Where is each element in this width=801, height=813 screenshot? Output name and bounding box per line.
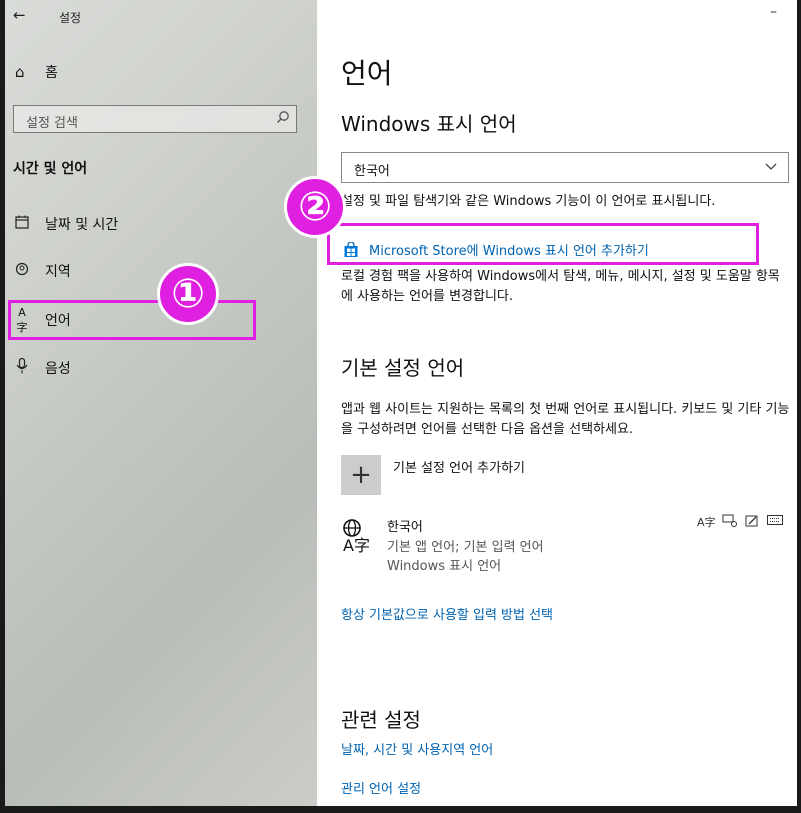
annotation-badge-1: ①	[157, 263, 219, 325]
handwriting-feature-icon	[745, 514, 759, 531]
display-language-select[interactable]: 한국어	[341, 152, 789, 183]
input-method-link[interactable]: 항상 기본값으로 사용할 입력 방법 선택	[341, 604, 553, 623]
home-icon: ⌂	[15, 63, 25, 81]
display-language-feature-icon: A字	[697, 516, 716, 529]
add-language-button[interactable]: +	[341, 455, 381, 495]
search-placeholder: 설정 검색	[26, 116, 78, 131]
sidebar-item-label: 날짜 및 시간	[45, 217, 119, 233]
related-settings-heading: 관련 설정	[341, 708, 421, 732]
related-link-date-time[interactable]: 날짜, 시간 및 사용지역 언어	[341, 739, 493, 758]
sidebar-item-label: 지역	[45, 264, 71, 280]
store-description: 로컬 경험 팩을 사용하여 Windows에서 탐색, 메뉴, 메시지, 설정 …	[341, 269, 780, 304]
globe-region-icon	[13, 262, 31, 280]
speech-feature-icon	[722, 514, 738, 531]
language-name: 한국어	[387, 520, 423, 535]
display-language-value: 한국어	[354, 164, 390, 179]
calendar-icon	[13, 215, 31, 233]
annotation-highlight-2	[327, 223, 759, 265]
display-language-description: 설정 및 파일 탐색기와 같은 Windows 기능이 이 언어로 표시됩니다.	[341, 194, 716, 209]
home-nav[interactable]: ⌂ 홈	[15, 62, 58, 82]
settings-window: ← 설정 ⌂ 홈 설정 검색 시간 및 언어 날짜 및 시간 지역 A字 언어 …	[5, 0, 797, 806]
chevron-down-icon	[764, 159, 778, 177]
content-pane: – 언어 Windows 표시 언어 한국어 설정 및 파일 탐색기와 같은 W…	[317, 0, 797, 806]
language-detail-1: 기본 앱 언어; 기본 입력 언어	[387, 540, 544, 555]
annotation-badge-2: ②	[284, 176, 346, 238]
section-title: 시간 및 언어	[13, 161, 88, 177]
svg-text:A字: A字	[343, 536, 370, 554]
search-icon	[276, 110, 290, 128]
preferred-language-heading: 기본 설정 언어	[341, 356, 465, 380]
plus-icon: +	[350, 460, 372, 490]
minimize-button[interactable]: –	[770, 4, 777, 20]
language-globe-icon: A字	[341, 518, 377, 555]
back-arrow-icon[interactable]: ←	[13, 6, 26, 24]
add-language-label[interactable]: 기본 설정 언어 추가하기	[393, 457, 525, 476]
sidebar-item-label: 음성	[45, 361, 71, 377]
sidebar: ← 설정 ⌂ 홈 설정 검색 시간 및 언어 날짜 및 시간 지역 A字 언어 …	[5, 0, 317, 806]
language-detail-2: Windows 표시 언어	[387, 559, 502, 574]
sidebar-item-speech[interactable]: 음성	[13, 353, 313, 383]
page-title: 언어	[341, 57, 393, 90]
related-link-admin-language[interactable]: 관리 언어 설정	[341, 778, 421, 797]
display-language-heading: Windows 표시 언어	[341, 112, 517, 136]
home-label: 홈	[45, 65, 58, 81]
sidebar-item-date-time[interactable]: 날짜 및 시간	[13, 209, 313, 239]
title-bar: ← 설정	[5, 0, 317, 32]
preferred-language-description: 앱과 웹 사이트는 지원하는 목록의 첫 번째 언어로 표시됩니다. 키보드 및…	[341, 402, 790, 437]
keyboard-feature-icon	[767, 514, 783, 529]
app-title: 설정	[59, 11, 82, 25]
search-input[interactable]: 설정 검색	[13, 105, 297, 133]
annotation-highlight-1	[8, 300, 256, 340]
microphone-icon	[13, 357, 31, 378]
